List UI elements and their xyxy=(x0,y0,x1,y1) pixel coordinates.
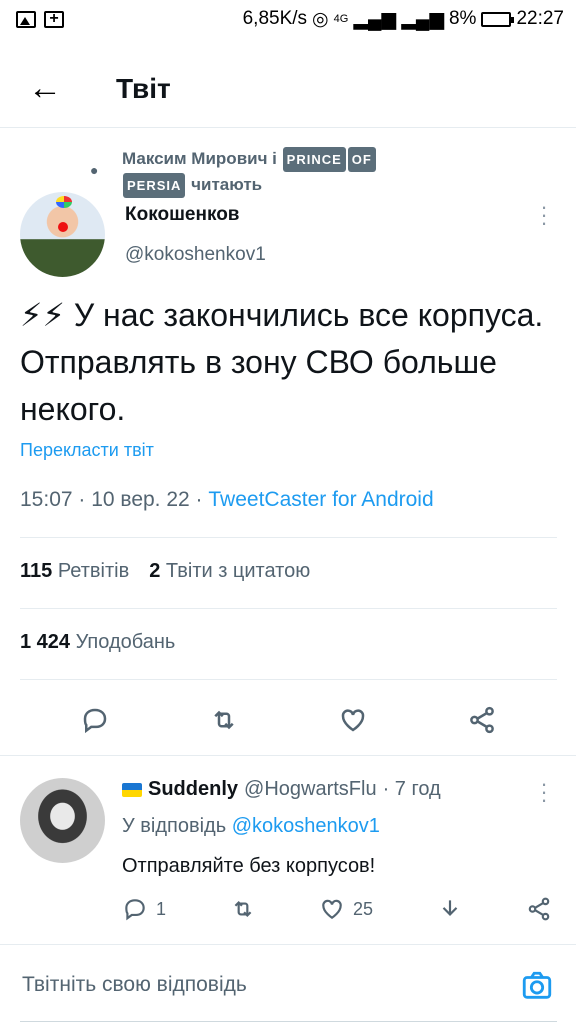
divider xyxy=(20,608,557,609)
top-app-bar: ← Твіт xyxy=(0,50,576,128)
camera-icon[interactable] xyxy=(520,969,554,1003)
translate-tweet-link[interactable]: Перекласти твіт xyxy=(20,440,154,461)
tweet-time: 15:07 · 10 вер. 22 · xyxy=(20,488,209,511)
add-notification-icon: + xyxy=(44,10,64,28)
network-type: 4G xyxy=(333,13,349,25)
like-icon[interactable] xyxy=(333,700,373,740)
social-context[interactable]: ● Максим Мирович і PRINCE OF PERSIA читаю… xyxy=(90,146,510,198)
hotspot-icon: ◎ xyxy=(312,8,329,30)
author-avatar[interactable] xyxy=(20,192,105,277)
share-icon xyxy=(528,897,550,921)
author-handle[interactable]: @kokoshenkov1 xyxy=(125,244,266,266)
battery-icon xyxy=(481,11,515,27)
status-right: 6,85K/s ◎ 4G ▂▄▆ ▂▄▆ 8% 22:27 xyxy=(243,8,564,31)
reply-count: 1 xyxy=(156,898,167,919)
reply-icon[interactable] xyxy=(75,700,115,740)
stats-row: 115 Ретвітів 2 Твіти з цитатою xyxy=(20,560,310,583)
reply-avatar[interactable] xyxy=(20,778,105,863)
retweet-icon xyxy=(234,900,251,918)
divider xyxy=(0,755,576,756)
tweet-source-link[interactable]: TweetCaster for Android xyxy=(208,488,433,511)
name-badge-of: OF xyxy=(347,147,376,172)
reply-time: · 7 год xyxy=(382,778,441,800)
reply-input[interactable] xyxy=(22,973,482,997)
social-context-names: Максим Мирович і xyxy=(122,149,277,168)
name-badge-persia: PERSIA xyxy=(123,173,186,198)
retweet-icon[interactable] xyxy=(204,700,244,740)
replying-label: У відповідь xyxy=(122,815,227,837)
divider xyxy=(20,679,557,680)
author-name[interactable]: Кокошенков xyxy=(125,204,240,226)
quotes-stat[interactable]: 2 Твіти з цитатою xyxy=(149,560,310,583)
reply-actions: 1 25 xyxy=(122,896,552,922)
reply-composer xyxy=(0,944,576,1024)
download-icon xyxy=(442,900,457,916)
reply-text: Отправляйте без корпусов! xyxy=(122,855,376,877)
name-badge-prince: PRINCE xyxy=(282,147,346,172)
reply-download-button[interactable] xyxy=(437,896,463,922)
status-left: + xyxy=(16,10,64,28)
composer-underline xyxy=(20,1021,557,1022)
tweet-text: ⚡⚡ У нас закончились все корпуса. Отправ… xyxy=(20,297,544,427)
retweets-stat[interactable]: 115 Ретвітів xyxy=(20,560,129,583)
person-icon: ● xyxy=(90,162,99,178)
signal-icon: ▂▄▆ ▂▄▆ xyxy=(353,8,444,30)
like-count: 25 xyxy=(352,898,374,919)
back-arrow-icon[interactable]: ← xyxy=(0,69,90,108)
gallery-notification-icon xyxy=(16,10,36,28)
reply-like-button[interactable]: 25 xyxy=(319,896,373,922)
page-title: Твіт xyxy=(116,72,171,104)
reply-share-button[interactable] xyxy=(526,896,552,922)
reply-icon xyxy=(125,899,145,921)
replying-to-mention[interactable]: @kokoshenkov1 xyxy=(232,815,380,837)
like-icon xyxy=(322,899,342,919)
network-speed: 6,85K/s xyxy=(242,8,308,29)
likes-stat[interactable]: 1 424 Уподобань xyxy=(20,631,175,654)
tweet-actions xyxy=(0,690,576,750)
more-icon[interactable]: · · · xyxy=(536,773,552,811)
social-context-text: Максим Мирович і PRINCE OF PERSIA читають xyxy=(122,146,377,198)
battery-percent: 8% xyxy=(448,8,477,29)
tweet-timestamp: 15:07 · 10 вер. 22 · TweetCaster for And… xyxy=(20,488,434,512)
more-icon[interactable]: · · · xyxy=(536,196,552,234)
reply-header: Suddenly @HogwartsFlu · 7 год xyxy=(122,778,441,801)
reply-author-handle[interactable]: @HogwartsFlu xyxy=(244,778,377,801)
reply-reply-button[interactable]: 1 xyxy=(122,896,166,922)
status-bar: + 6,85K/s ◎ 4G ▂▄▆ ▂▄▆ 8% 22:27 xyxy=(0,0,576,38)
share-icon[interactable] xyxy=(462,700,502,740)
replying-to: У відповідь @kokoshenkov1 xyxy=(122,815,380,838)
reply-retweet-button[interactable] xyxy=(230,896,256,922)
divider xyxy=(20,537,557,538)
clock: 22:27 xyxy=(516,8,564,29)
social-context-suffix: читають xyxy=(191,175,263,194)
reply-author-name[interactable]: Suddenly xyxy=(148,778,238,801)
ukraine-flag-icon xyxy=(122,782,142,797)
